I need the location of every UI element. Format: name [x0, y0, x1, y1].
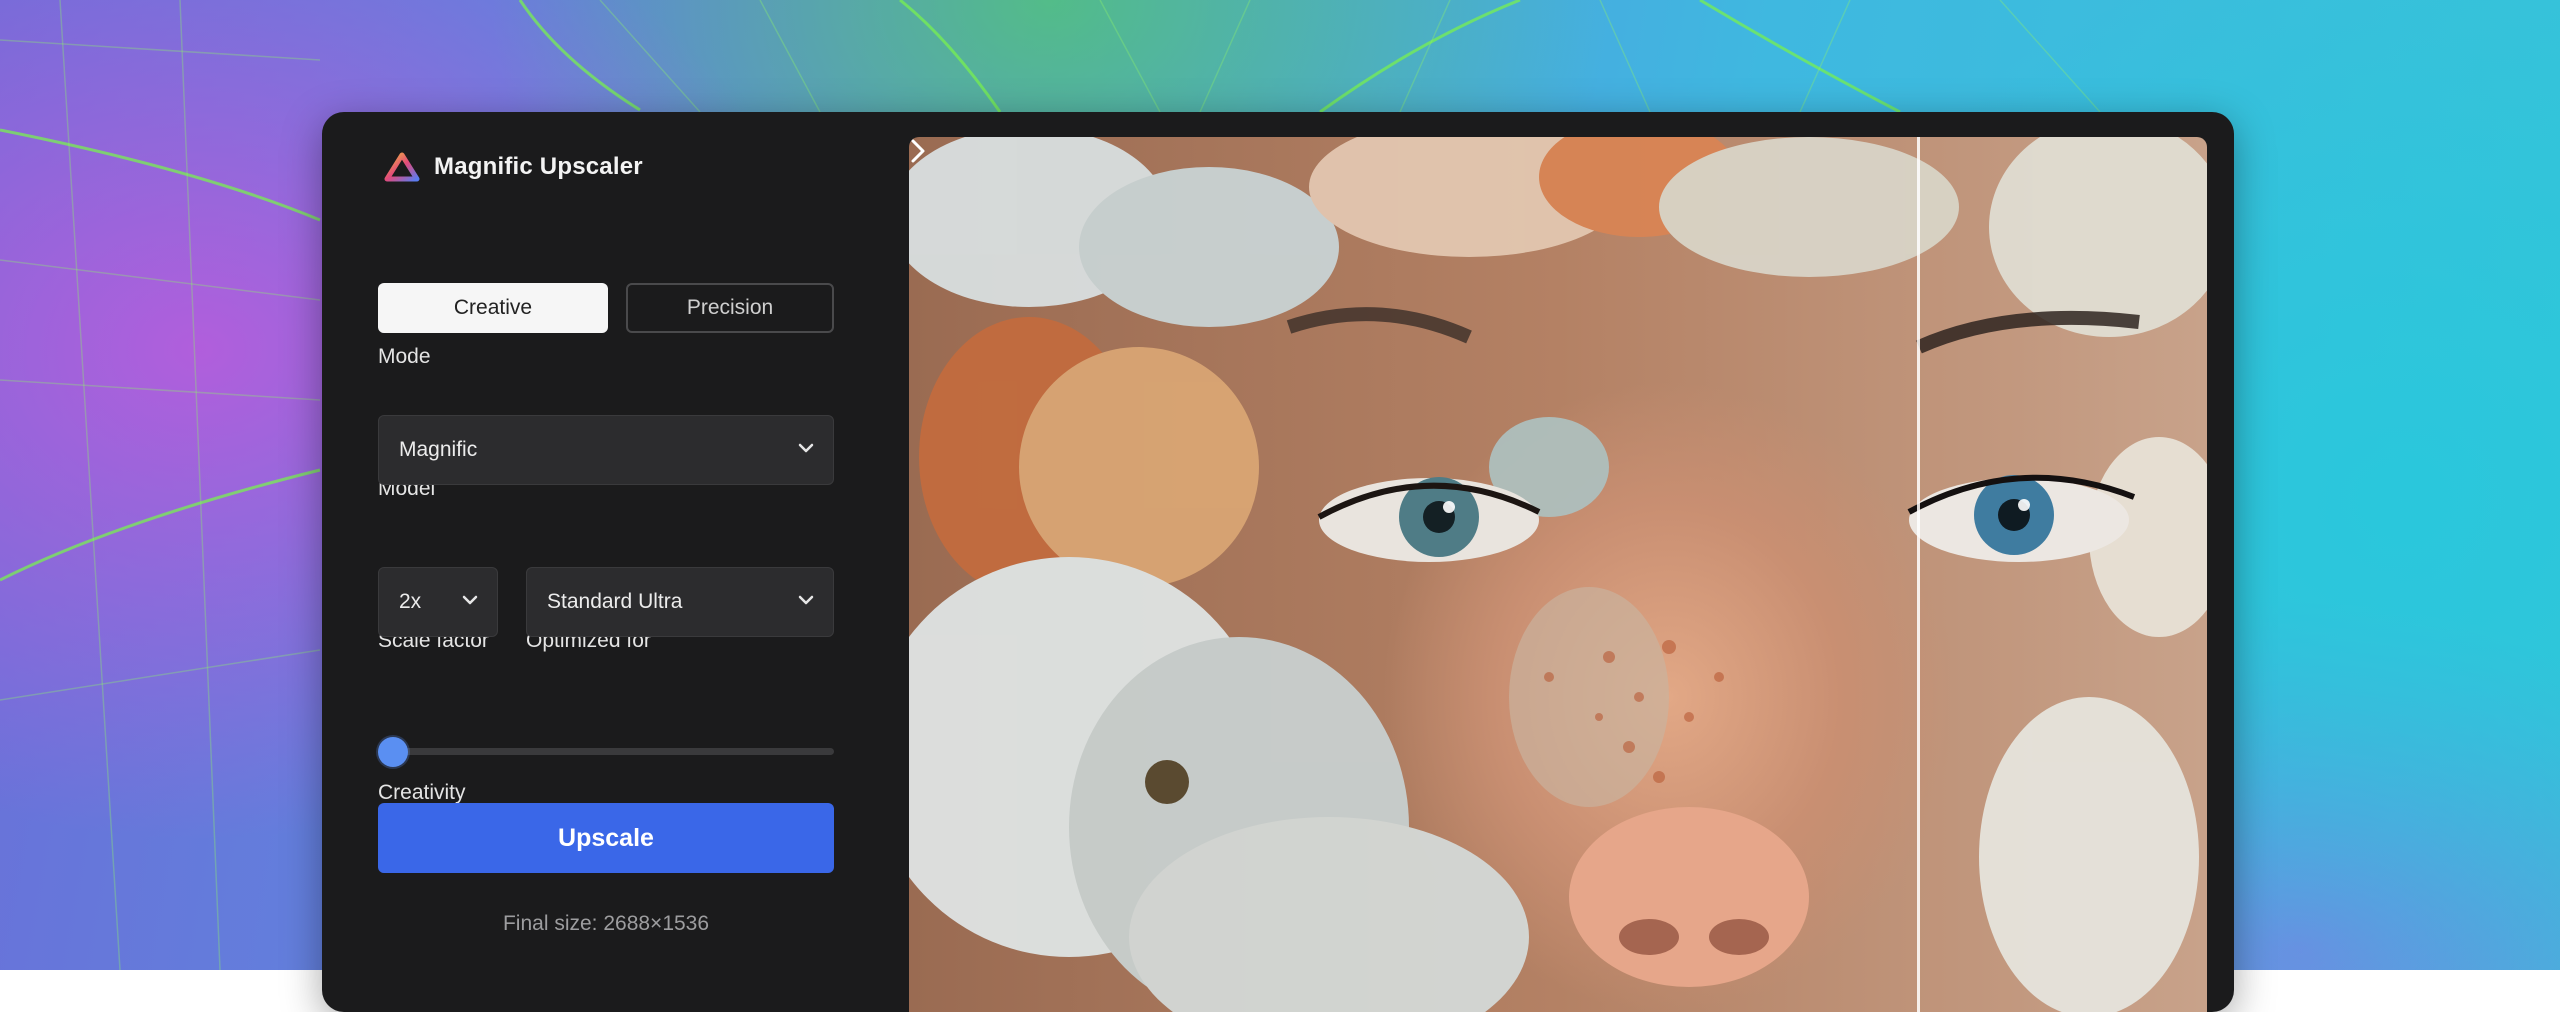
- upscale-button[interactable]: Upscale: [378, 803, 834, 873]
- mode-label: Mode: [378, 345, 431, 368]
- optimized-for-value: Standard Ultra: [547, 590, 683, 613]
- mode-precision-button[interactable]: Precision: [626, 283, 834, 333]
- brand: Magnific Upscaler: [384, 152, 643, 182]
- compare-slider-line[interactable]: [1917, 137, 1920, 1012]
- optimized-for-select[interactable]: Standard Ultra: [526, 567, 834, 637]
- chevron-down-icon: [798, 595, 814, 605]
- final-size-text: Final size: 2688×1536: [502, 912, 710, 935]
- scale-factor-value: 2x: [399, 590, 422, 613]
- model-value: Magnific: [399, 438, 478, 461]
- image-preview: [909, 137, 2207, 1012]
- creativity-slider-thumb[interactable]: [378, 737, 408, 767]
- chevron-down-icon: [462, 595, 478, 605]
- magnific-triangle-icon: [384, 152, 420, 182]
- app-title: Magnific Upscaler: [434, 153, 643, 180]
- settings-panel: Magnific Upscaler Mode Creative Precisio…: [322, 112, 909, 1012]
- scale-factor-select[interactable]: 2x: [378, 567, 498, 637]
- model-select[interactable]: Magnific: [378, 415, 834, 485]
- creativity-label: Creativity: [378, 781, 466, 804]
- creativity-slider-track[interactable]: [378, 748, 834, 755]
- chevron-right-icon[interactable]: [909, 137, 927, 165]
- upscaler-window: Magnific Upscaler Mode Creative Precisio…: [322, 112, 2234, 1012]
- mode-creative-button[interactable]: Creative: [378, 283, 608, 333]
- preview-image-illustration: [909, 137, 2207, 1012]
- chevron-down-icon: [798, 443, 814, 453]
